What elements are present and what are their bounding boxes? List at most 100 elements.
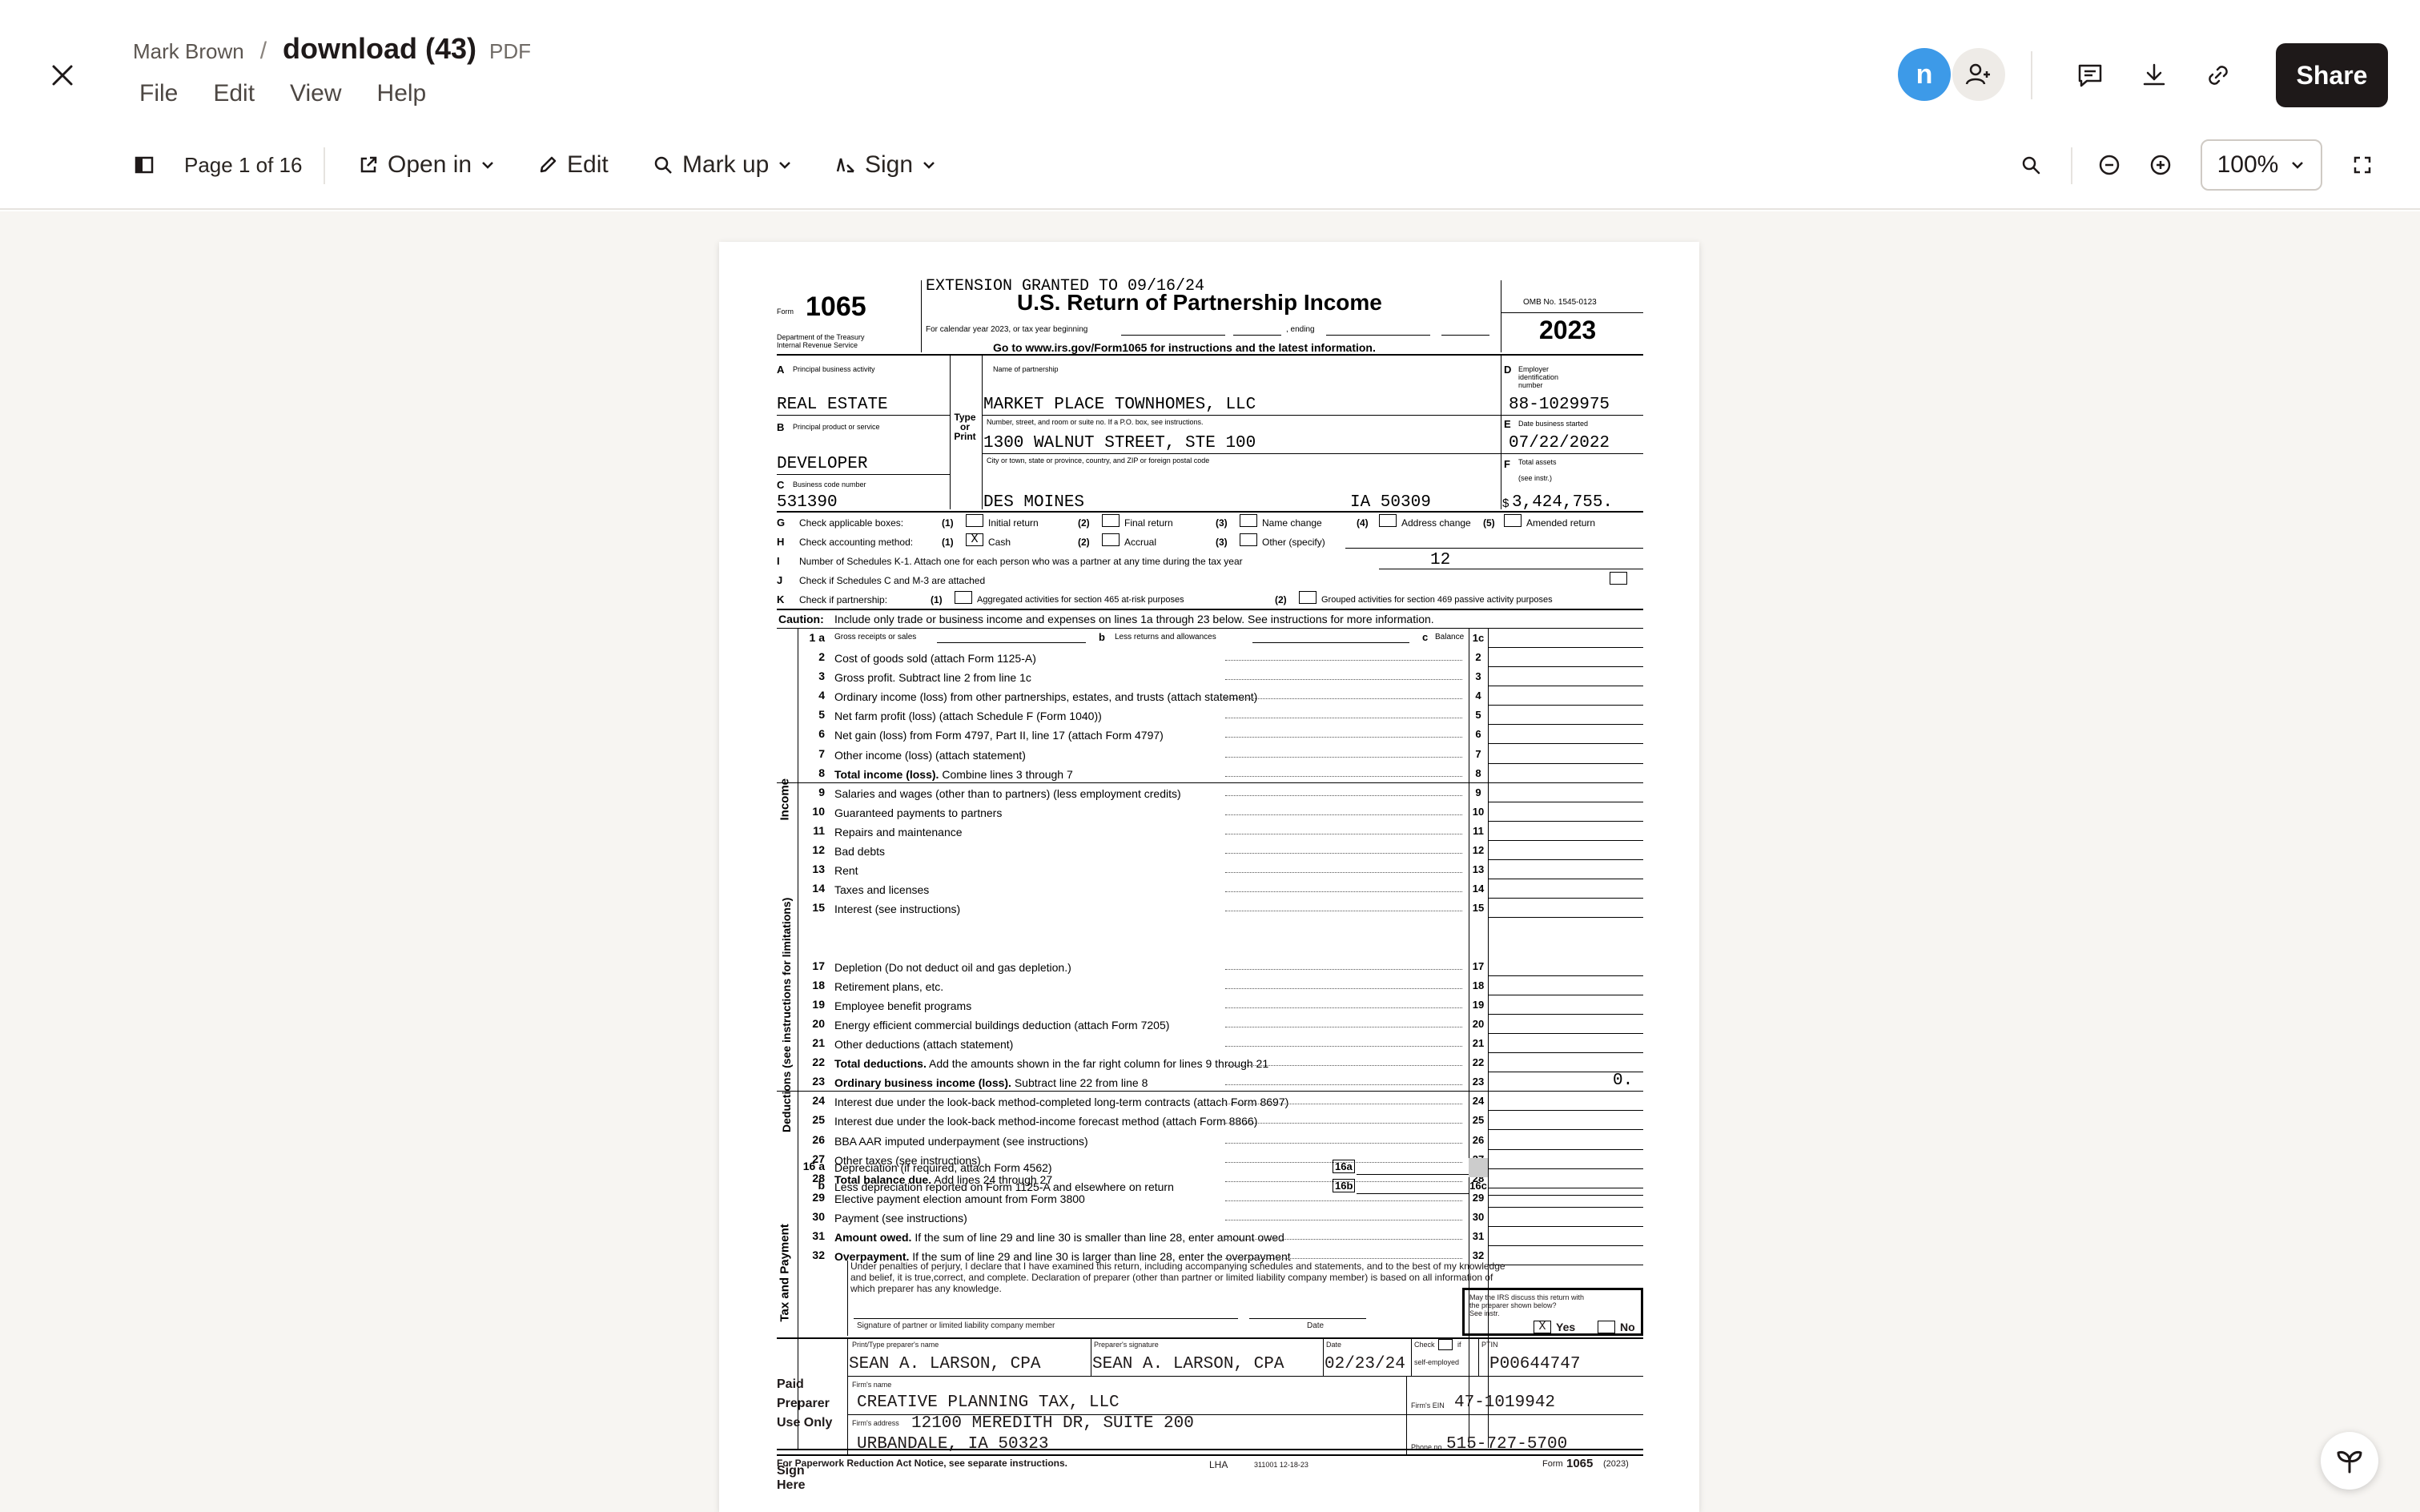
rule xyxy=(1488,1168,1643,1169)
preparer-label: Preparer xyxy=(777,1397,830,1410)
menu-file[interactable]: File xyxy=(139,80,178,107)
comment-icon[interactable] xyxy=(2066,51,2114,99)
leader-dots xyxy=(1225,1084,1462,1086)
preparer-signature: SEAN A. LARSON, CPA xyxy=(1092,1355,1284,1373)
rule xyxy=(1357,1174,1469,1175)
rule xyxy=(1345,548,1643,549)
rule xyxy=(1488,898,1643,899)
breadcrumb-owner[interactable]: Mark Brown xyxy=(133,39,244,64)
search-icon[interactable] xyxy=(2007,141,2055,189)
schedules-c-m3-checkbox[interactable] xyxy=(1610,572,1627,585)
rule xyxy=(1411,1337,1412,1376)
line-text: Elective payment election amount from Fo… xyxy=(834,1192,1085,1205)
menu-help[interactable]: Help xyxy=(377,80,427,107)
k1-count: 12 xyxy=(1430,551,1451,569)
zoom-select[interactable]: 100% xyxy=(2201,139,2322,191)
mark-up-button[interactable]: Mark up xyxy=(652,144,793,186)
rule xyxy=(854,1318,1238,1319)
chevron-down-icon xyxy=(923,162,935,169)
field-d-text: Employer identification number xyxy=(1518,365,1559,389)
rule xyxy=(777,1337,1643,1339)
zoom-value: 100% xyxy=(2217,151,2279,178)
zoom-in-icon[interactable] xyxy=(2137,141,2185,189)
line-number: 15 xyxy=(812,901,825,915)
rule xyxy=(1488,1110,1643,1112)
address-change-checkbox[interactable] xyxy=(1379,514,1397,527)
edit-button[interactable]: Edit xyxy=(537,144,609,186)
dept-text: Department of the Treasury xyxy=(777,333,865,341)
aggregated-checkbox[interactable] xyxy=(955,591,972,604)
line-text: Interest (see instructions) xyxy=(834,903,961,916)
print-label: Print xyxy=(954,431,976,442)
assistant-sprout-icon[interactable] xyxy=(2321,1432,2378,1490)
other-method-checkbox[interactable] xyxy=(1240,533,1257,546)
firm-name: CREATIVE PLANNING TAX, LLC xyxy=(857,1393,1120,1412)
menu-edit[interactable]: Edit xyxy=(213,80,255,107)
line-text: Less depreciation reported on Form 1125-… xyxy=(834,1180,1174,1193)
phone-label: Phone no. xyxy=(1411,1443,1445,1451)
column-number: 2 xyxy=(1475,651,1481,663)
line-number: 30 xyxy=(812,1209,825,1223)
sidebar-toggle-icon[interactable] xyxy=(120,141,168,189)
column-number: 1c xyxy=(1472,632,1485,644)
line-number: 14 xyxy=(812,882,825,895)
cash-checkbox[interactable]: X xyxy=(966,533,983,546)
perjury-text: Under penalties of perjury, I declare th… xyxy=(850,1261,1505,1272)
line-number: 13 xyxy=(812,863,825,876)
link-icon[interactable] xyxy=(2194,51,2242,99)
line-number: 2 xyxy=(818,650,825,663)
sign-button[interactable]: Sign xyxy=(834,144,937,186)
field-b-label: B xyxy=(777,421,785,433)
phone: 515-727-5700 xyxy=(1446,1435,1568,1454)
h-text: Check accounting method: xyxy=(799,537,914,548)
close-icon[interactable] xyxy=(42,54,83,96)
column-number: 13 xyxy=(1472,863,1485,876)
footer-lha: LHA xyxy=(1209,1459,1228,1470)
chevron-down-icon xyxy=(779,162,791,169)
ending-text: , ending xyxy=(1286,325,1315,334)
self-employed-checkbox[interactable] xyxy=(1438,1339,1453,1350)
irs-text: Internal Revenue Service xyxy=(777,341,858,349)
g-opt-label: Amended return xyxy=(1526,517,1596,529)
open-in-button[interactable]: Open in xyxy=(357,144,496,186)
line-amount: 0. xyxy=(1613,1072,1634,1091)
line-number: 7 xyxy=(818,746,825,760)
street-label: Number, street, and room or suite no. If… xyxy=(987,418,1204,426)
leader-dots xyxy=(1225,1200,1462,1201)
initial-return-checkbox[interactable] xyxy=(966,514,983,527)
avatar[interactable]: n xyxy=(1898,48,1951,101)
rule xyxy=(777,1091,1643,1092)
h-opt-num: (3) xyxy=(1216,537,1228,548)
firm-address-label: Firm's address xyxy=(852,1419,899,1427)
file-name[interactable]: download (43) xyxy=(283,32,476,66)
line-text: Interest due under the look-back method-… xyxy=(834,1115,1258,1128)
rule xyxy=(1252,642,1409,643)
line-number: 19 xyxy=(812,997,825,1011)
menu-view[interactable]: View xyxy=(290,80,341,107)
line-text: Cost of goods sold (attach Form 1125-A) xyxy=(834,652,1036,665)
line-number: 29 xyxy=(812,1190,825,1204)
accrual-checkbox[interactable] xyxy=(1102,533,1120,546)
file-type: PDF xyxy=(489,39,532,63)
city-label: City or town, state or province, country… xyxy=(987,456,1210,464)
k-opt-num: (1) xyxy=(931,594,943,605)
rule xyxy=(1488,1032,1643,1034)
amended-return-checkbox[interactable] xyxy=(1504,514,1522,527)
city: DES MOINES xyxy=(983,493,1085,512)
final-return-checkbox[interactable] xyxy=(1102,514,1120,527)
name-change-checkbox[interactable] xyxy=(1240,514,1257,527)
rule xyxy=(777,474,950,475)
form-title: U.S. Return of Partnership Income xyxy=(1017,290,1382,315)
fullscreen-icon[interactable] xyxy=(2338,141,2386,189)
grouped-checkbox[interactable] xyxy=(1299,591,1317,604)
download-icon[interactable] xyxy=(2130,51,2178,99)
line-1b-label: b xyxy=(1099,631,1105,643)
footer-form-number: 1065 xyxy=(1566,1457,1594,1470)
zoom-out-icon[interactable] xyxy=(2085,141,2133,189)
share-button[interactable]: Share xyxy=(2276,43,2388,107)
shaded-cell xyxy=(1469,1158,1488,1177)
yes-checkbox[interactable]: X xyxy=(1534,1321,1551,1333)
share-people-icon[interactable] xyxy=(1952,48,2005,101)
field-a-text: Principal business activity xyxy=(793,365,875,373)
no-checkbox[interactable] xyxy=(1598,1321,1615,1333)
